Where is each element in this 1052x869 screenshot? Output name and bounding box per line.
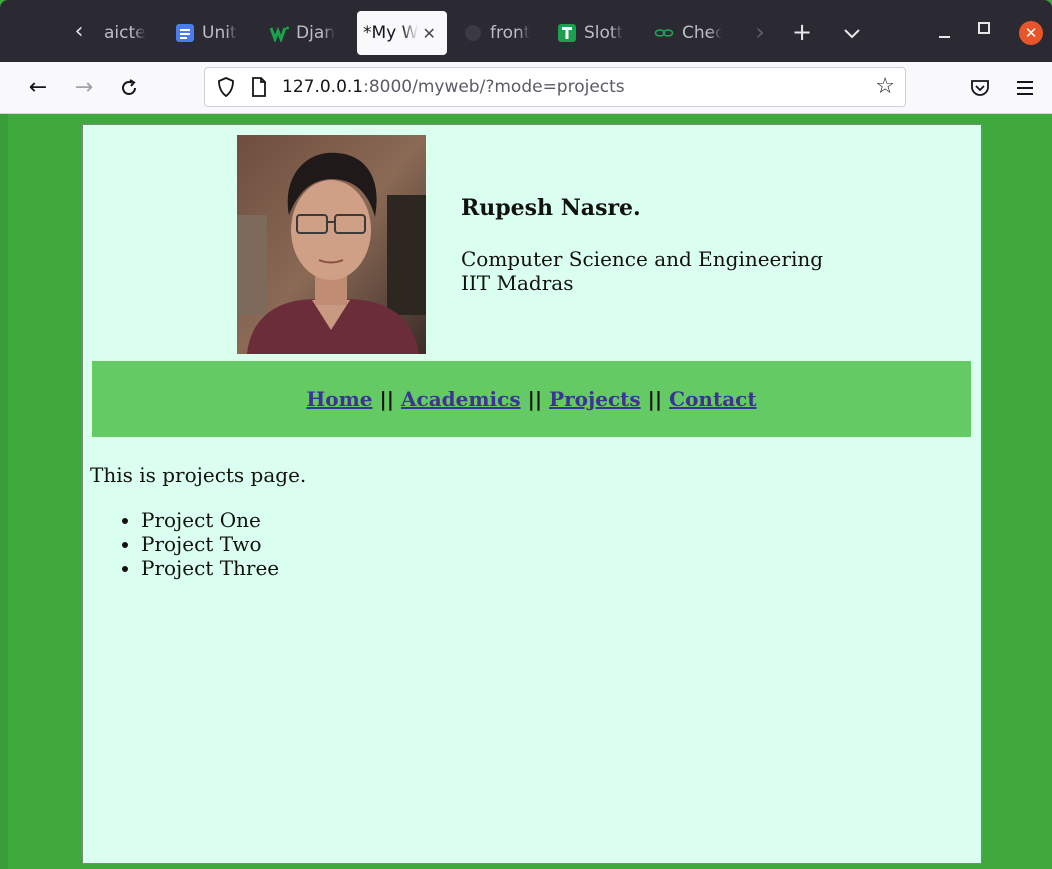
nav-separator: || xyxy=(527,387,543,411)
department: Computer Science and Engineering xyxy=(461,247,824,271)
tab-label: front xyxy=(490,23,531,43)
reload-button[interactable] xyxy=(111,70,147,106)
tab-label: Chec xyxy=(682,23,722,43)
hamburger-menu-icon[interactable] xyxy=(1015,78,1035,98)
nav-link-home[interactable]: Home xyxy=(306,387,372,411)
institute: IIT Madras xyxy=(461,271,574,295)
nav-link-projects[interactable]: Projects xyxy=(549,387,641,411)
w3schools-icon xyxy=(269,24,289,44)
forward-button[interactable]: → xyxy=(66,70,102,106)
bookmark-star-icon[interactable]: ☆ xyxy=(875,68,895,106)
page-viewport: Rupesh Nasre. Computer Science and Engin… xyxy=(0,114,1052,869)
close-window-button[interactable]: ✕ xyxy=(1019,21,1043,45)
url-path: :8000/myweb/?mode=projects xyxy=(363,77,625,97)
nav-link-academics[interactable]: Academics xyxy=(401,387,521,411)
page-info-icon[interactable] xyxy=(251,77,267,97)
projects-intro: This is projects page. xyxy=(90,463,307,487)
content-panel: Rupesh Nasre. Computer Science and Engin… xyxy=(82,124,982,864)
tab-bar: ‹ aicte Unit Djan *My W ✕ front Slott Ch… xyxy=(0,0,1052,62)
tab-check[interactable]: Chec xyxy=(648,11,728,55)
maximize-window-button[interactable] xyxy=(978,22,990,34)
tab-slott[interactable]: Slott xyxy=(552,11,634,55)
github-icon xyxy=(464,24,482,42)
tab-aicte[interactable]: aicte xyxy=(98,11,158,55)
list-item: Project Three xyxy=(141,556,279,580)
url-text[interactable]: 127.0.0.1:8000/myweb/?mode=projects xyxy=(282,68,625,106)
nav-separator: || xyxy=(647,387,663,411)
nav-link-contact[interactable]: Contact xyxy=(669,387,756,411)
tab-label: Djan xyxy=(296,23,336,43)
pocket-icon[interactable] xyxy=(970,78,990,98)
tab-front[interactable]: front xyxy=(458,11,540,55)
scroll-tabs-right-button[interactable]: › xyxy=(742,14,778,50)
list-item: Project Two xyxy=(141,532,279,556)
profile-photo xyxy=(237,135,426,354)
new-tab-button[interactable]: + xyxy=(784,14,820,50)
list-all-tabs-button[interactable] xyxy=(834,14,870,50)
tab-label: Slott xyxy=(584,23,624,43)
person-name: Rupesh Nasre. xyxy=(461,195,641,221)
tab-my-web-active[interactable]: *My W ✕ xyxy=(357,11,447,55)
back-button[interactable]: ← xyxy=(20,70,56,106)
tab-unit[interactable]: Unit xyxy=(170,11,250,55)
tab-label: Unit xyxy=(202,23,237,43)
scroll-tabs-left-button[interactable]: ‹ xyxy=(64,14,94,50)
tracking-protection-shield-icon[interactable] xyxy=(217,77,235,97)
tab-label: aicte xyxy=(104,23,146,43)
minimize-window-button[interactable] xyxy=(932,18,958,44)
navigation-toolbar: ← → 127.0.0.1:8000/myweb/?mode=projects … xyxy=(0,62,1052,114)
projects-list: Project One Project Two Project Three xyxy=(90,508,279,580)
list-item: Project One xyxy=(141,508,279,532)
reload-icon xyxy=(122,79,136,95)
nav-separator: || xyxy=(379,387,395,411)
sheets-icon xyxy=(558,24,576,42)
link-chain-icon xyxy=(654,24,674,42)
tab-django[interactable]: Djan xyxy=(264,11,344,55)
close-tab-icon[interactable]: ✕ xyxy=(422,24,435,43)
tab-label: *My W xyxy=(363,23,419,43)
site-navigation: Home || Academics || Projects || Contact xyxy=(92,361,971,437)
docs-icon xyxy=(176,24,194,42)
address-bar[interactable]: 127.0.0.1:8000/myweb/?mode=projects ☆ xyxy=(204,67,906,107)
url-host: 127.0.0.1 xyxy=(282,77,364,97)
affiliation: Computer Science and Engineering IIT Mad… xyxy=(461,247,823,295)
chevron-down-icon xyxy=(844,29,860,39)
